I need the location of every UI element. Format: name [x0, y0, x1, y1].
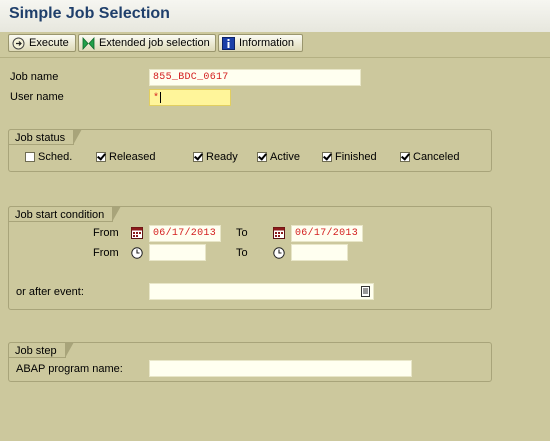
user-name-label: User name: [10, 91, 64, 103]
date-from-input[interactable]: 06/17/2013: [149, 225, 221, 242]
after-event-label: or after event:: [16, 286, 84, 298]
clock-icon[interactable]: [131, 247, 143, 259]
status-active-checkbox[interactable]: Active: [257, 151, 300, 163]
execute-button[interactable]: Execute: [8, 34, 76, 52]
date-to-input[interactable]: 06/17/2013: [291, 225, 363, 242]
user-name-value: *: [153, 93, 160, 105]
execute-label: Execute: [29, 37, 69, 49]
job-status-group: Job status Sched. Released Ready Active …: [8, 129, 492, 172]
date-from-label: From: [93, 227, 119, 239]
after-event-input[interactable]: [149, 283, 374, 300]
status-active-label: Active: [270, 151, 300, 163]
status-finished-label: Finished: [335, 151, 377, 163]
text-cursor: [160, 92, 162, 103]
job-name-label: Job name: [10, 71, 59, 83]
value-help-icon[interactable]: [361, 286, 370, 297]
status-sched-label: Sched.: [38, 151, 73, 163]
status-finished-checkbox[interactable]: Finished: [322, 151, 377, 163]
time-from-label: From: [93, 247, 119, 259]
time-to-input[interactable]: [291, 244, 348, 261]
status-released-checkbox[interactable]: Released: [96, 151, 155, 163]
calendar-icon[interactable]: [273, 226, 285, 239]
checkbox-box[interactable]: [25, 152, 35, 162]
checkbox-box[interactable]: [96, 152, 106, 162]
checkbox-box[interactable]: [257, 152, 267, 162]
checkbox-box[interactable]: [400, 152, 410, 162]
extended-job-selection-button[interactable]: Extended job selection: [78, 34, 216, 52]
job-step-title: Job step: [8, 342, 74, 358]
status-ready-checkbox[interactable]: Ready: [193, 151, 238, 163]
page-title: Simple Job Selection: [9, 5, 170, 22]
abap-program-label: ABAP program name:: [16, 363, 123, 375]
status-released-label: Released: [109, 151, 156, 163]
status-canceled-checkbox[interactable]: Canceled: [400, 151, 459, 163]
extended-job-selection-label: Extended job selection: [99, 37, 210, 49]
job-name-input[interactable]: 855_BDC_0617: [149, 69, 361, 86]
checkbox-box[interactable]: [193, 152, 203, 162]
information-button[interactable]: Information: [218, 34, 303, 52]
extended-selection-icon: [82, 36, 95, 50]
calendar-icon[interactable]: [131, 226, 143, 239]
execute-icon: [12, 37, 25, 49]
status-canceled-label: Canceled: [413, 151, 460, 163]
status-ready-label: Ready: [206, 151, 238, 163]
checkbox-box[interactable]: [322, 152, 332, 162]
title-bar: Simple Job Selection: [0, 0, 550, 33]
date-to-label: To: [236, 227, 248, 239]
clock-icon[interactable]: [273, 247, 285, 259]
time-from-input[interactable]: [149, 244, 206, 261]
job-status-title: Job status: [8, 129, 83, 145]
status-sched-checkbox[interactable]: Sched.: [25, 151, 72, 163]
abap-program-input[interactable]: [149, 360, 412, 377]
application-toolbar: Execute Extended job selection Informati…: [0, 32, 550, 58]
information-label: Information: [239, 37, 295, 49]
information-icon: [222, 36, 235, 50]
user-name-input[interactable]: *: [149, 89, 231, 106]
job-start-condition-title: Job start condition: [8, 206, 122, 222]
time-to-label: To: [236, 247, 248, 259]
